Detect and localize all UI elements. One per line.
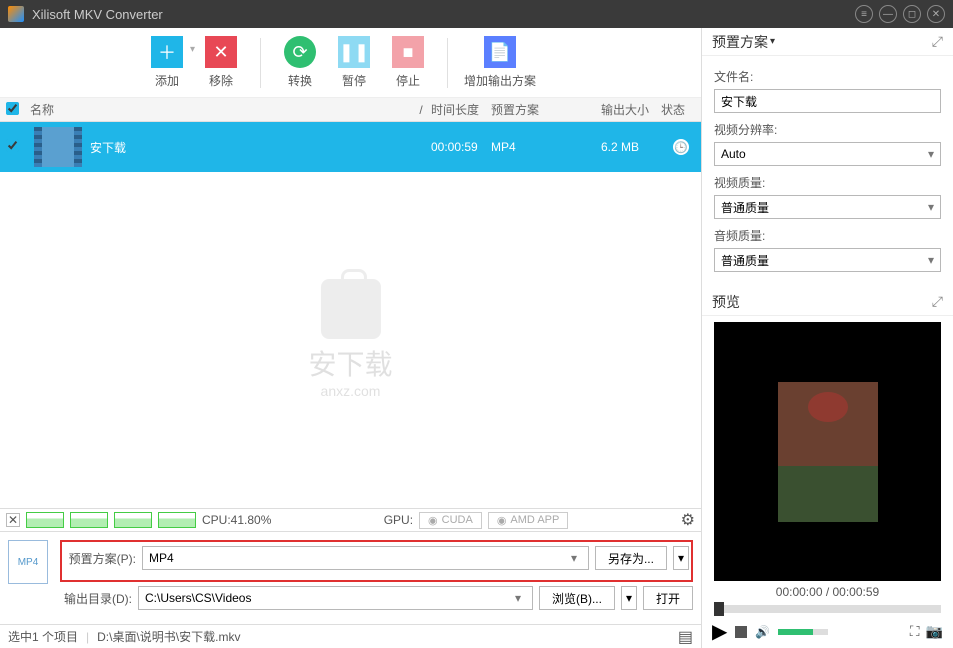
aquality-label: 音频质量: [714, 227, 941, 244]
browse-dropdown[interactable]: ▾ [621, 586, 637, 610]
preview-frame [778, 382, 878, 522]
selection-count: 选中1 个项目 [8, 628, 78, 645]
snapshot-icon[interactable]: 📷 [926, 623, 943, 640]
vquality-dropdown[interactable]: 普通质量▾ [714, 195, 941, 219]
col-status[interactable]: 状态 [661, 101, 701, 118]
seek-slider[interactable] [714, 605, 941, 613]
convert-button[interactable]: ⟳ 转换 [273, 36, 327, 89]
select-all-checkbox[interactable] [6, 102, 19, 115]
highlighted-row: 预置方案(P): MP4▾ 另存为... ▾ [60, 540, 693, 582]
row-preset: MP4 [491, 140, 601, 154]
main-toolbar: ＋ 添加 ✕ 移除 ⟳ 转换 ❚❚ 暂停 ■ [0, 28, 701, 98]
stop-button[interactable]: ■ 停止 [381, 36, 435, 89]
cuda-button[interactable]: ◉CUDA [419, 512, 482, 529]
pause-button[interactable]: ❚❚ 暂停 [327, 36, 381, 89]
row-name: 安下载 [90, 139, 431, 156]
file-list: 安下载 00:00:59 MP4 6.2 MB 🕒 安下载 anxz.com [0, 122, 701, 508]
row-status: 🕒 [661, 139, 701, 155]
cpu-bar: ✕ CPU:41.80% GPU: ◉CUDA ◉AMD APP ⚙ [0, 508, 701, 532]
expand-icon[interactable]: ⤢ [932, 33, 943, 50]
volume-icon[interactable]: 🔊 [755, 625, 770, 639]
add-button[interactable]: ＋ 添加 [140, 36, 194, 89]
list-item[interactable]: 安下载 00:00:59 MP4 6.2 MB 🕒 [0, 122, 701, 172]
amd-button[interactable]: ◉AMD APP [488, 512, 569, 529]
mp4-file-icon: MP4 [8, 540, 48, 584]
vquality-label: 视频质量: [714, 174, 941, 191]
add-profile-button[interactable]: 📄 增加输出方案 [460, 36, 540, 89]
x-icon: ✕ [205, 36, 237, 68]
gpu-label: GPU: [384, 513, 413, 527]
preset-panel: 文件名: 安下载 视频分辨率: Auto▾ 视频质量: 普通质量▾ 音频质量: … [702, 56, 953, 288]
resolution-dropdown[interactable]: Auto▾ [714, 142, 941, 166]
video-thumbnail-icon [34, 127, 82, 167]
close-cpu-icon[interactable]: ✕ [6, 513, 20, 527]
save-as-dropdown[interactable]: ▾ [673, 546, 689, 570]
row-duration: 00:00:59 [431, 140, 491, 154]
open-button[interactable]: 打开 [643, 586, 693, 610]
document-icon: 📄 [484, 36, 516, 68]
volume-slider[interactable] [778, 629, 828, 635]
close-button[interactable]: ✕ [927, 5, 945, 23]
fullscreen-icon[interactable]: ⛶ [910, 623, 920, 640]
save-as-button[interactable]: 另存为... [595, 546, 667, 570]
pause-icon: ❚❚ [338, 36, 370, 68]
row-size: 6.2 MB [601, 140, 661, 154]
file-path: D:\桌面\说明书\安下载.mkv [97, 628, 240, 645]
preview-controls: ▶ 🔊 ⛶ 📷 [702, 615, 953, 648]
clock-icon: 🕒 [673, 139, 689, 155]
stop-preview-button[interactable] [735, 626, 747, 638]
col-name[interactable]: 名称 [26, 101, 411, 118]
watermark: 安下载 anxz.com [308, 279, 392, 399]
output-label: 输出目录(D): [60, 590, 132, 607]
remove-button[interactable]: ✕ 移除 [194, 36, 248, 89]
cpu-graph-icon [26, 512, 64, 528]
output-path-field[interactable]: C:\Users\CS\Videos▾ [138, 586, 533, 610]
preset-dropdown[interactable]: MP4▾ [142, 546, 589, 570]
col-size[interactable]: 输出大小 [601, 101, 661, 118]
window-title: Xilisoft MKV Converter [32, 7, 849, 22]
preset-panel-header: 预置方案▾ ⤢ [702, 28, 953, 56]
aquality-dropdown[interactable]: 普通质量▾ [714, 248, 941, 272]
refresh-icon: ⟳ [284, 36, 316, 68]
col-preset[interactable]: 预置方案 [491, 101, 601, 118]
app-logo-icon [8, 6, 24, 22]
stop-icon: ■ [392, 36, 424, 68]
titlebar: Xilisoft MKV Converter ≡ — ◻ ✕ [0, 0, 953, 28]
plus-icon: ＋ [151, 36, 183, 68]
list-view-icon[interactable]: ▤ [678, 627, 693, 647]
filename-input[interactable]: 安下载 [714, 89, 941, 113]
preview-time: 00:00:00 / 00:00:59 [702, 581, 953, 603]
preset-label: 预置方案(P): [64, 550, 136, 567]
expand-preview-icon[interactable]: ⤢ [932, 293, 943, 310]
browse-button[interactable]: 浏览(B)... [539, 586, 615, 610]
row-checkbox[interactable] [6, 139, 19, 152]
play-button[interactable]: ▶ [712, 619, 727, 644]
minimize-button[interactable]: — [879, 5, 897, 23]
cpu-label: CPU:41.80% [202, 513, 271, 527]
bottom-panel: MP4 预置方案(P): MP4▾ 另存为... ▾ [0, 532, 701, 624]
maximize-button[interactable]: ◻ [903, 5, 921, 23]
gear-icon[interactable]: ⚙ [681, 510, 695, 530]
statusbar: 选中1 个项目 | D:\桌面\说明书\安下载.mkv ▤ [0, 624, 701, 648]
preview-panel-header: 预览 ⤢ [702, 288, 953, 316]
preview-viewport[interactable] [714, 322, 941, 581]
menu-button[interactable]: ≡ [855, 5, 873, 23]
resolution-label: 视频分辨率: [714, 121, 941, 138]
col-duration[interactable]: 时间长度 [431, 101, 491, 118]
filename-label: 文件名: [714, 68, 941, 85]
list-header: 名称 / 时间长度 预置方案 输出大小 状态 [0, 98, 701, 122]
